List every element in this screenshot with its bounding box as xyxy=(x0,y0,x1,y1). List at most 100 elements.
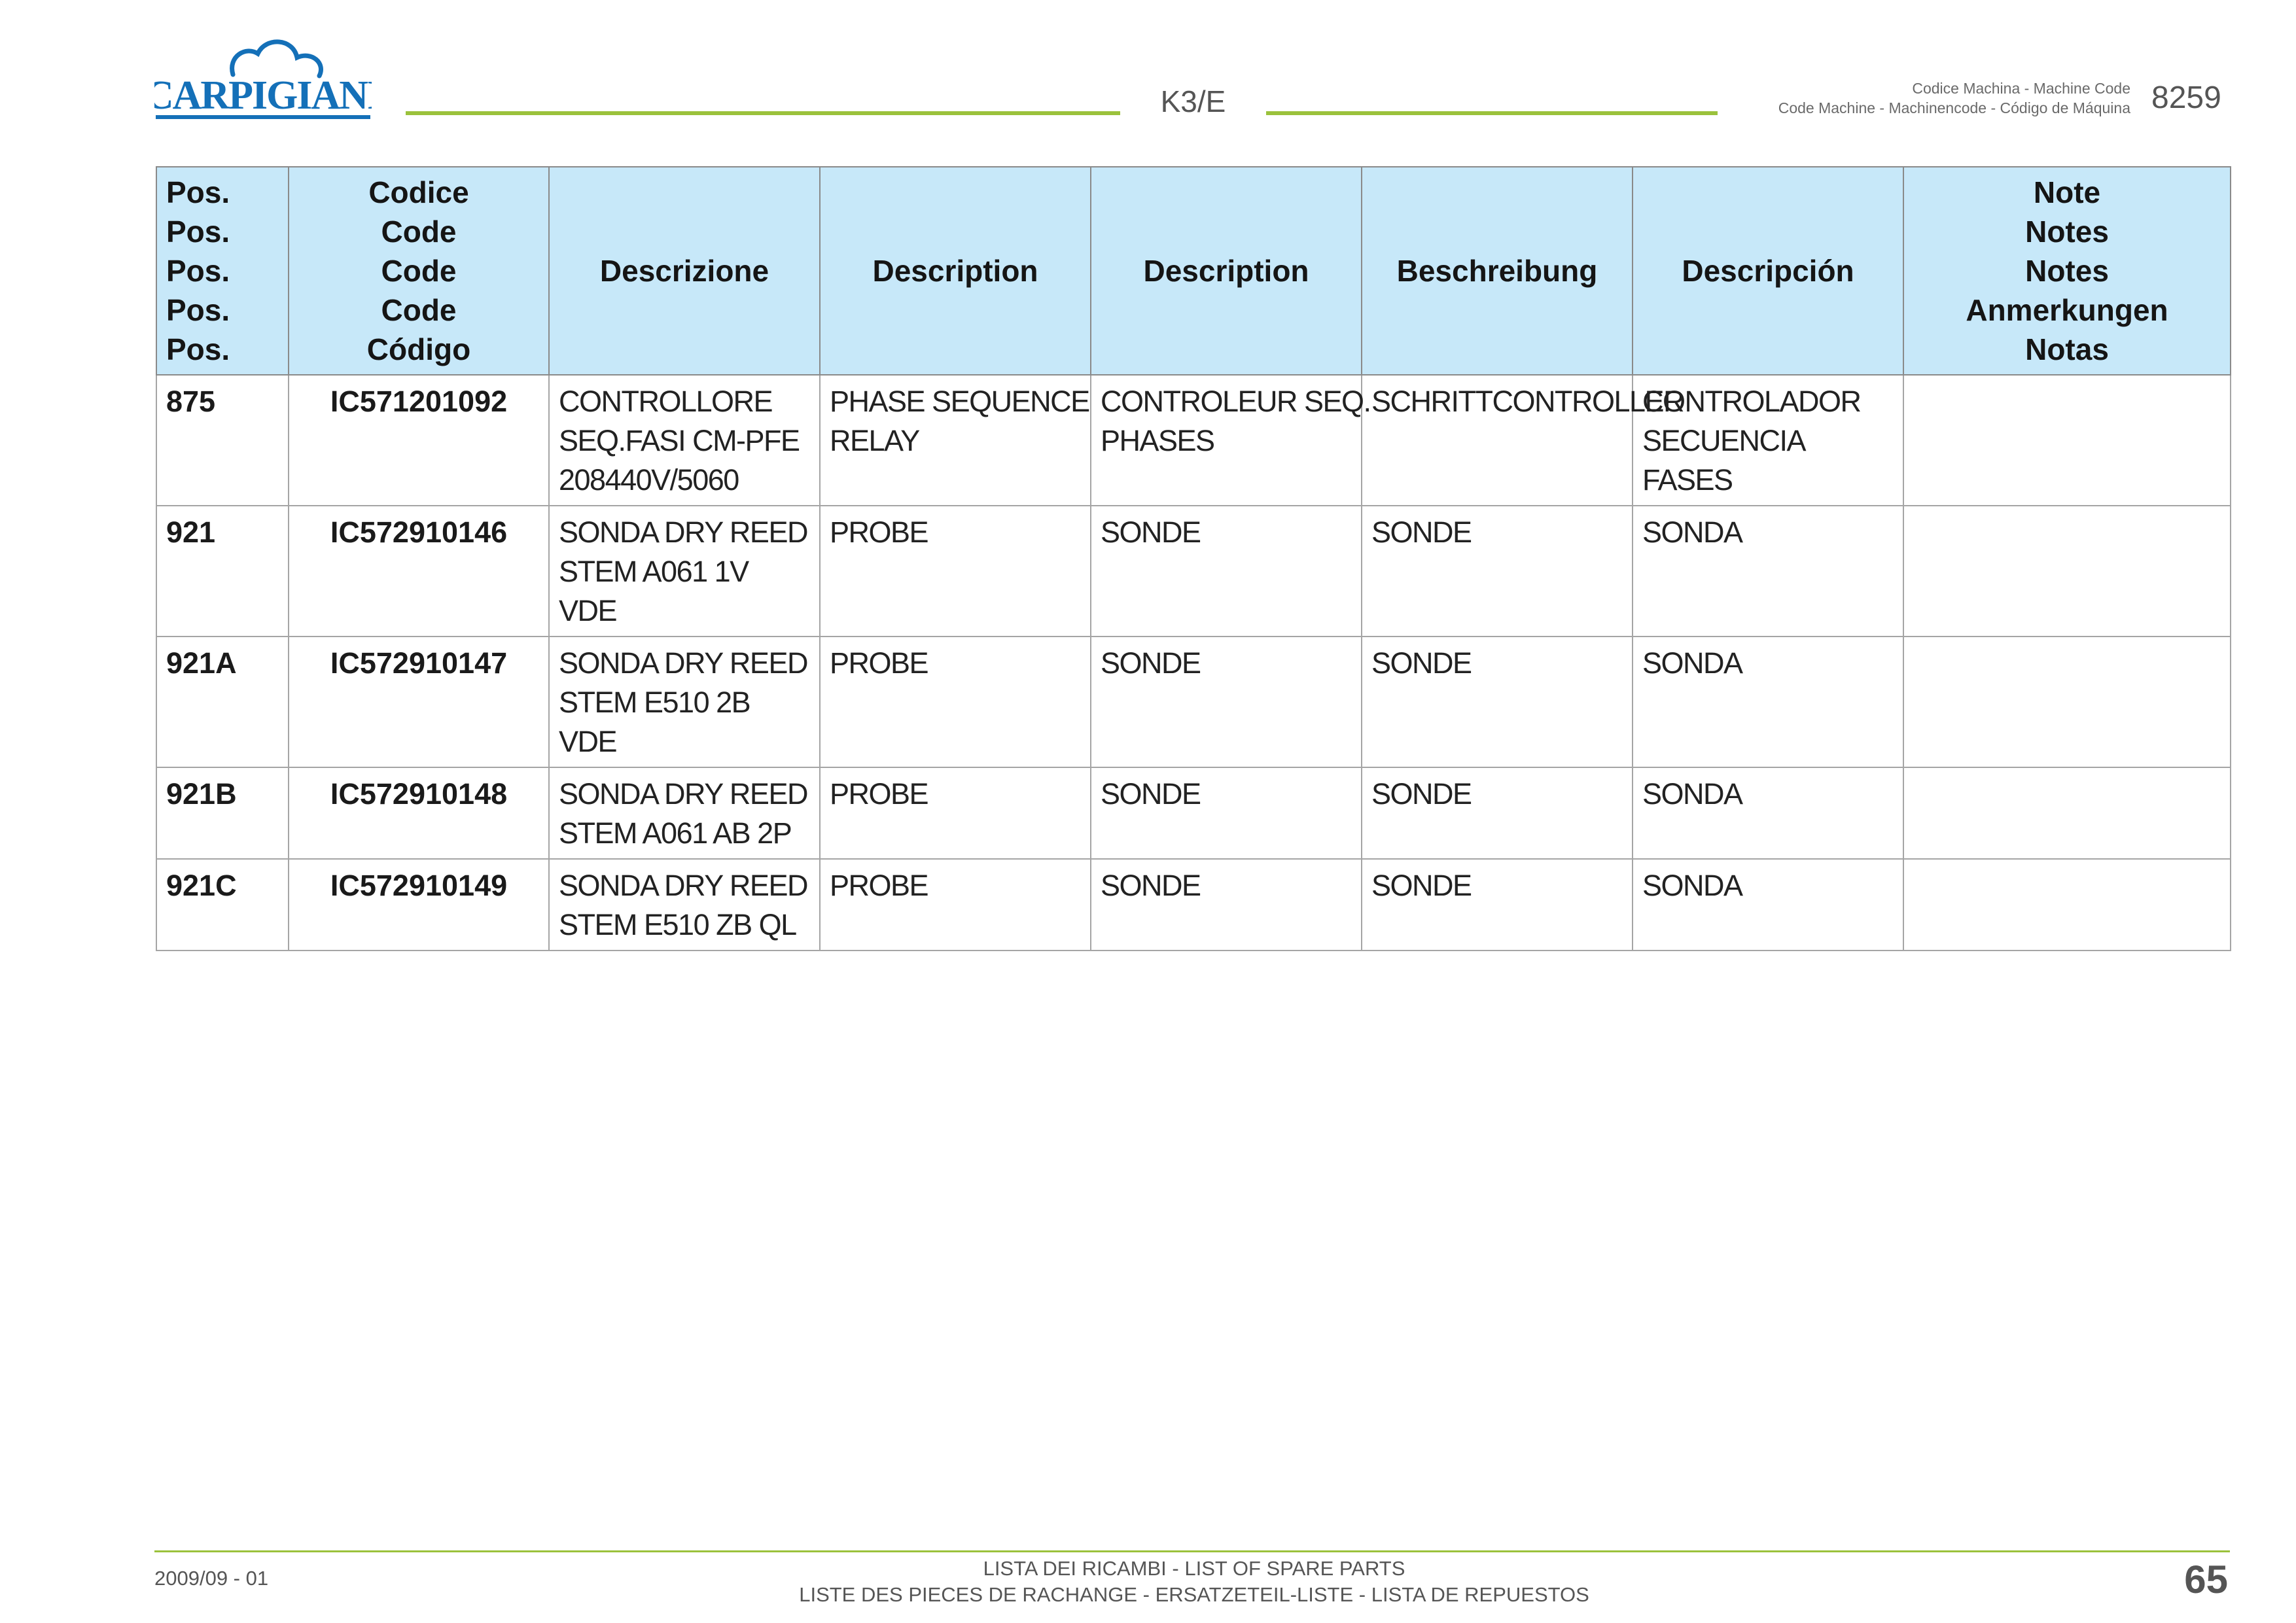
cell-code: IC572910148 xyxy=(288,767,550,860)
cell-text-line: SONDE xyxy=(1101,515,1201,549)
cell-beschreibung: SONDE xyxy=(1361,767,1633,860)
footer-title-line-2: LISTE DES PIECES DE RACHANGE - ERSATZETE… xyxy=(799,1583,1589,1606)
cell-text-line: PHASE SEQUENCE xyxy=(830,385,1090,418)
cell-text-line: CONTROLEUR SEQ. xyxy=(1101,385,1371,418)
header-label-line: Notes xyxy=(2025,215,2109,249)
header-label-line: Code xyxy=(381,215,457,249)
cell-pos: 921B xyxy=(156,767,289,860)
cell-text-line: PROBE xyxy=(830,646,929,680)
header-descrizione: Descrizione xyxy=(548,166,821,375)
cell-text-line: SONDA DRY REED xyxy=(559,646,808,680)
footer-rule xyxy=(154,1550,2230,1552)
cell-text-line: SONDE xyxy=(1371,646,1472,680)
cell-descrizione: SONDA DRY REED STEM A061 AB 2P xyxy=(548,767,821,860)
header-label-line: Descripción xyxy=(1682,254,1854,288)
cell-beschreibung: SCHRITTCONTROLLER xyxy=(1361,374,1685,506)
model-name: K3/E xyxy=(1160,84,1226,118)
cell-notes xyxy=(1903,505,2231,637)
cell-text-line: SEQ.FASI CM-PFE xyxy=(559,424,800,457)
header-label-line: Pos. xyxy=(166,254,230,288)
cell-text-line: SONDA xyxy=(1642,869,1743,902)
cell-description-fr: CONTROLEUR SEQ. PHASES xyxy=(1090,374,1371,506)
cell-descripcion: CONTROLADOR SECUENCIA FASES xyxy=(1632,374,1904,506)
machine-code: 8259 xyxy=(2151,80,2221,115)
table-row: 921A IC572910147 SONDA DRY REED STEM E510 2… xyxy=(156,636,2231,768)
header-pos: Pos. Pos. Pos. Pos. Pos. xyxy=(156,166,289,375)
cell-text-line: 208440V/5060 xyxy=(559,463,739,497)
cell-code: IC572910147 xyxy=(288,636,550,768)
cell-descrizione: SONDA DRY REED STEM E510 ZB QL xyxy=(548,858,821,951)
cell-text-line: PHASES xyxy=(1101,424,1215,457)
cell-text-line: SONDE xyxy=(1101,777,1201,811)
header-descripcion: Descripción xyxy=(1632,166,1904,375)
header-label-line: Description xyxy=(872,254,1038,288)
cell-text-line: SONDE xyxy=(1371,869,1472,902)
cell-text-line: PROBE xyxy=(830,869,929,902)
cell-text-line: CONTROLADOR xyxy=(1642,385,1862,418)
cell-text-line: SONDA DRY REED xyxy=(559,515,808,549)
spare-parts-table: Pos. Pos. Pos. Pos. Pos. Codice Code Code Code Có… xyxy=(156,166,2231,951)
cell-description-fr: SONDE xyxy=(1090,858,1362,951)
carpigiani-logo: CARPIGIANI xyxy=(154,24,372,120)
cell-text-line: PROBE xyxy=(830,515,929,549)
cell-beschreibung: SONDE xyxy=(1361,858,1633,951)
header-label-line: Pos. xyxy=(166,175,230,209)
cell-beschreibung: SONDE xyxy=(1361,505,1633,637)
header-label-line: Anmerkungen xyxy=(1966,293,2168,327)
cell-text-line: SONDE xyxy=(1101,869,1201,902)
cell-descripcion: SONDA xyxy=(1632,505,1904,637)
header-label-line: Descrizione xyxy=(599,254,769,288)
cell-description-fr: SONDE xyxy=(1090,636,1362,768)
cell-text-line: SONDA DRY REED xyxy=(559,777,808,811)
cell-notes xyxy=(1903,767,2231,860)
cell-pos: 875 xyxy=(156,374,289,506)
header-description-fr: Description xyxy=(1090,166,1362,375)
header-code: Codice Code Code Code Código xyxy=(288,166,550,375)
cell-text-line: STEM E510 2B xyxy=(559,686,751,719)
cell-text-line: STEM A061 AB 2P xyxy=(559,816,792,850)
cell-descripcion: SONDA xyxy=(1632,767,1904,860)
page-number: 65 xyxy=(2184,1558,2228,1601)
header-label-line: Code xyxy=(381,293,457,327)
cell-text-line: SONDA xyxy=(1642,777,1743,811)
cell-description-en: PROBE xyxy=(819,767,1091,860)
cell-description-en: PROBE xyxy=(819,505,1091,637)
table-row: 921C IC572910149 SONDA DRY REED STEM E510 Z… xyxy=(156,858,2231,951)
cell-notes xyxy=(1903,374,2231,506)
table-body: 875 IC571201092 CONTROLLORE SEQ.FASI CM-PFE… xyxy=(156,374,2231,951)
header-label-line: Codice xyxy=(368,175,469,209)
header-rule-right xyxy=(1266,111,1718,115)
cell-descrizione: SONDA DRY REED STEM E510 2B VDE xyxy=(548,636,821,768)
cell-description-fr: SONDE xyxy=(1090,767,1362,860)
cell-text-line: PROBE xyxy=(830,777,929,811)
cell-pos: 921A xyxy=(156,636,289,768)
cell-text-line: SONDE xyxy=(1371,777,1472,811)
cell-description-fr: SONDE xyxy=(1090,505,1362,637)
cell-pos: 921 xyxy=(156,505,289,637)
footer-date: 2009/09 - 01 xyxy=(154,1567,269,1590)
header-label-line: Code xyxy=(381,254,457,288)
cell-description-en: PROBE xyxy=(819,636,1091,768)
cell-text-line: VDE xyxy=(559,594,618,627)
cloud-logo-icon: CARPIGIANI xyxy=(154,39,372,119)
cell-descrizione: CONTROLLORE SEQ.FASI CM-PFE 208440V/5060 xyxy=(548,374,821,506)
header-row: Pos. Pos. Pos. Pos. Pos. Codice Code Code Code Có… xyxy=(156,166,2231,375)
header-beschreibung: Beschreibung xyxy=(1361,166,1633,375)
cell-text-line: SECUENCIA xyxy=(1642,424,1807,457)
logo-wordmark: CARPIGIANI xyxy=(154,73,372,118)
header-label-line: Pos. xyxy=(166,293,230,327)
cell-text-line: SONDE xyxy=(1101,646,1201,680)
header-label-line: Notas xyxy=(2025,332,2109,366)
cell-text-line: SONDE xyxy=(1371,515,1472,549)
cell-code: IC572910146 xyxy=(288,505,550,637)
table-row: 875 IC571201092 CONTROLLORE SEQ.FASI CM-PFE… xyxy=(156,374,2231,506)
cell-text-line: SONDA DRY REED xyxy=(559,869,808,902)
header-rule-left xyxy=(406,111,1120,115)
machine-code-label-line-2: Code Machine - Machinencode - Código de … xyxy=(1778,99,2130,116)
cell-descripcion: SONDA xyxy=(1632,858,1904,951)
header-label-line: Código xyxy=(366,332,471,366)
cell-code: IC571201092 xyxy=(288,374,550,506)
cell-text-line: SONDA xyxy=(1642,515,1743,549)
cell-description-en: PHASE SEQUENCE RELAY xyxy=(819,374,1091,506)
cell-text-line: STEM E510 ZB QL xyxy=(559,908,797,941)
